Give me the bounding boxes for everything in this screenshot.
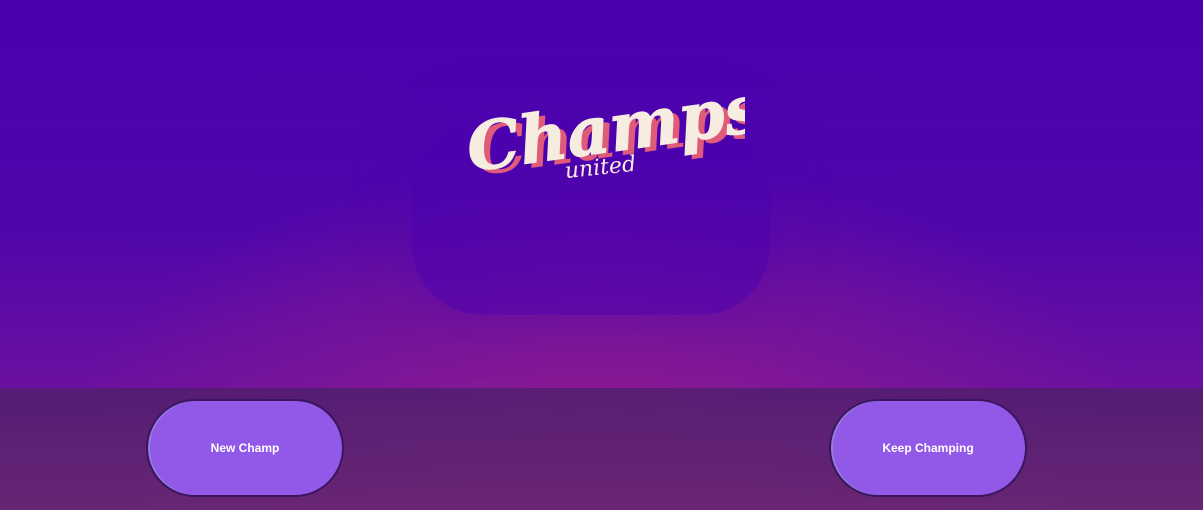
new-champ-button[interactable]: New Champ xyxy=(146,399,344,497)
keep-champing-button[interactable]: Keep Champing xyxy=(829,399,1027,497)
champs-united-logo: Champs Champs united xyxy=(461,70,745,190)
